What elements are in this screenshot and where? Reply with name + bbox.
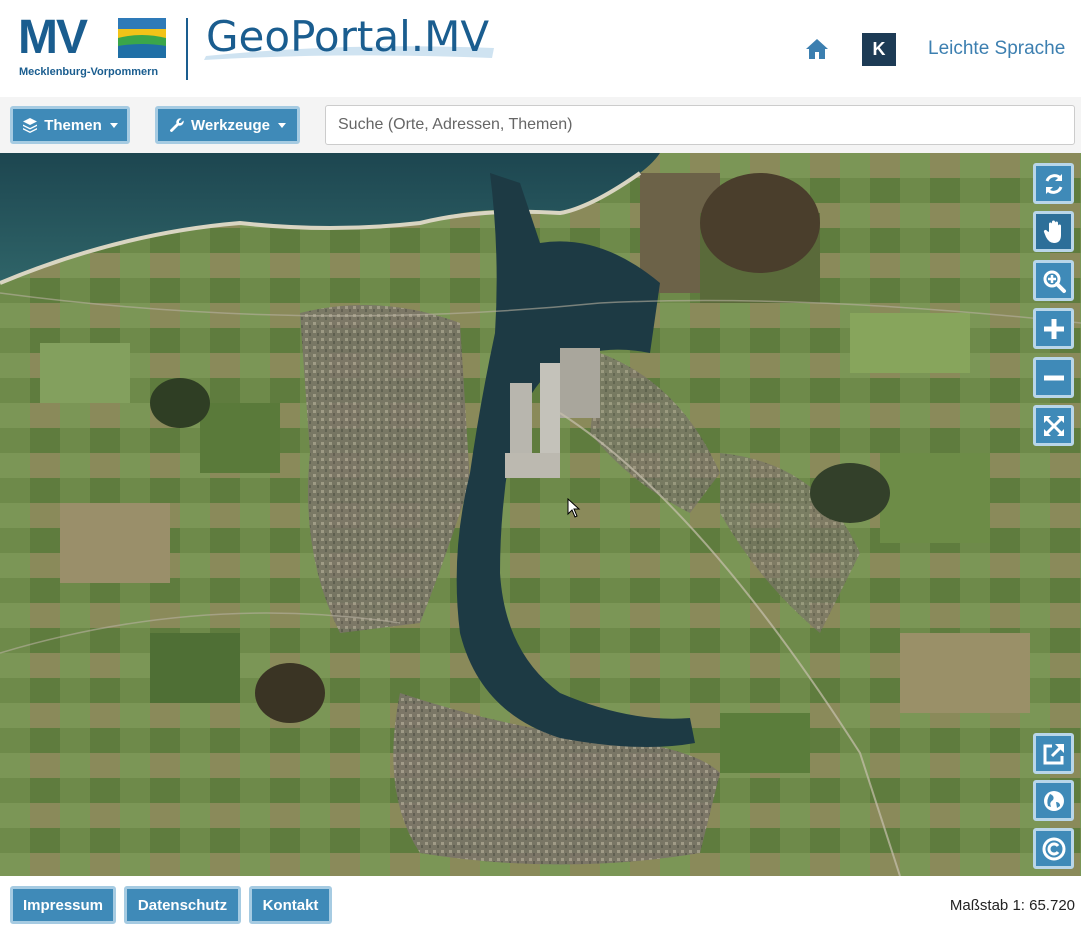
- themen-label: Themen: [44, 116, 102, 134]
- mouse-cursor-icon: [567, 498, 581, 518]
- copyright-button[interactable]: [1033, 828, 1074, 869]
- logo-subtitle: Mecklenburg-Vorpommern: [19, 66, 159, 78]
- external-link-button[interactable]: [1033, 733, 1074, 774]
- header: MV Mecklenburg-Vorpommern GeoPortal.MV K…: [0, 0, 1081, 97]
- themen-button[interactable]: Themen: [10, 106, 130, 144]
- pan-hand-icon: [1043, 220, 1061, 243]
- zoom-box-button[interactable]: [1033, 260, 1074, 301]
- refresh-icon: [1045, 173, 1062, 194]
- pan-button[interactable]: [1033, 211, 1074, 252]
- scale-display: Maßstab 1: 65.720: [949, 897, 1075, 914]
- map-view[interactable]: [0, 153, 1081, 876]
- datenschutz-button[interactable]: Datenschutz: [124, 886, 241, 924]
- kontakt-button[interactable]: Kontakt: [249, 886, 332, 924]
- external-link-icon: [1043, 743, 1064, 764]
- zoom-out-button[interactable]: [1033, 357, 1074, 398]
- wrench-icon: [170, 118, 184, 132]
- zoom-out-icon: [1043, 375, 1064, 380]
- globe-button[interactable]: [1033, 780, 1074, 821]
- fullscreen-button[interactable]: [1033, 405, 1074, 446]
- caret-down-icon: [109, 122, 118, 128]
- leichte-sprache-link[interactable]: Leichte Sprache: [928, 38, 1065, 60]
- fullscreen-icon: [1043, 415, 1064, 436]
- refresh-button[interactable]: [1033, 163, 1074, 204]
- footer: Impressum Datenschutz Kontakt Maßstab 1:…: [0, 876, 1081, 929]
- globe-icon: [1043, 790, 1064, 811]
- mv-logo[interactable]: MV Mecklenburg-Vorpommern: [18, 14, 168, 84]
- zoom-in-button[interactable]: [1033, 308, 1074, 349]
- impressum-button[interactable]: Impressum: [10, 886, 116, 924]
- logo-divider: [186, 18, 188, 80]
- home-icon[interactable]: [804, 36, 830, 62]
- copyright-icon: [1042, 837, 1065, 860]
- search-input[interactable]: [325, 105, 1075, 145]
- werkzeuge-label: Werkzeuge: [191, 116, 270, 134]
- contrast-button[interactable]: K: [862, 33, 896, 66]
- werkzeuge-button[interactable]: Werkzeuge: [155, 106, 300, 144]
- portal-title[interactable]: GeoPortal.MV: [206, 12, 489, 61]
- mv-flag-icon: [118, 18, 166, 58]
- zoom-box-icon: [1043, 270, 1066, 293]
- satellite-map[interactable]: [0, 153, 1081, 876]
- caret-down-icon: [277, 122, 286, 128]
- logo-mv-text: MV: [18, 11, 88, 64]
- layers-icon: [23, 118, 38, 133]
- toolbar: Themen Werkzeuge: [0, 97, 1081, 153]
- zoom-in-icon: [1043, 318, 1064, 339]
